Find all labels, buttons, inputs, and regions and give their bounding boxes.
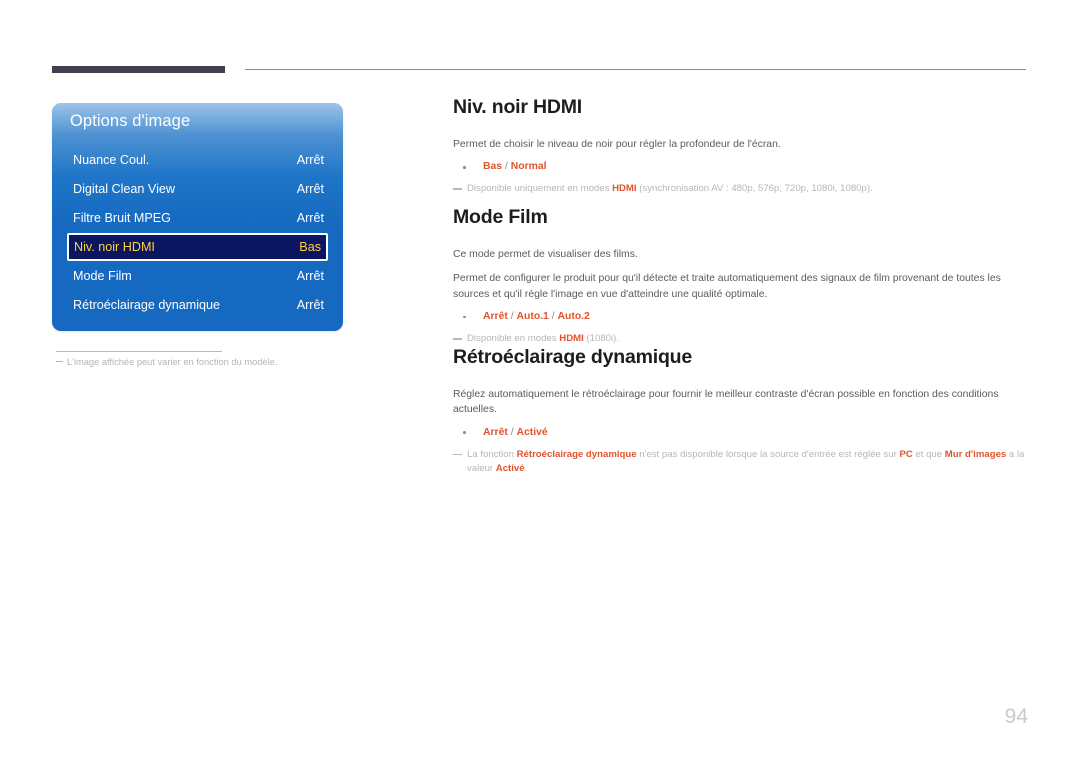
note-dash-icon <box>453 338 462 340</box>
option-list: Arrêt / Activé <box>453 425 1028 441</box>
section-retroeclairage-dynamique: Rétroéclairage dynamique Réglez automati… <box>453 346 1028 477</box>
osd-menu-title: Options d'image <box>70 112 191 130</box>
section-note: Disponible uniquement en modes HDMI (syn… <box>453 182 1028 197</box>
note-highlight: HDMI <box>559 333 584 345</box>
note-part: et que <box>912 448 945 460</box>
section-niv-noir-hdmi: Niv. noir HDMI Permet de choisir le nive… <box>453 96 1028 197</box>
note-highlight: PC <box>899 448 913 460</box>
bullet-icon <box>463 315 466 319</box>
osd-menu-panel: Options d'image Nuance Coul. Arrêt Digit… <box>52 103 343 331</box>
section-note: La fonction Rétroéclairage dynamique n'e… <box>453 448 1028 477</box>
osd-row-retroeclairage-dynamique[interactable]: Rétroéclairage dynamique Arrêt <box>52 291 343 320</box>
section-title: Niv. noir HDMI <box>453 96 583 118</box>
option-value: Bas <box>483 161 503 173</box>
osd-row-filtre-bruit-mpeg[interactable]: Filtre Bruit MPEG Arrêt <box>52 204 343 233</box>
osd-row-value: Arrêt <box>296 182 324 197</box>
figure-footnote-rule <box>56 351 222 352</box>
note-lead: Disponible en modes <box>467 333 560 345</box>
osd-row-label: Filtre Bruit MPEG <box>73 211 171 226</box>
section-paragraph: Réglez automatiquement le rétroéclairage… <box>453 389 999 416</box>
option-separator: / <box>548 311 558 323</box>
section-note: Disponible en modes HDMI (1080i). <box>453 332 1028 347</box>
option-value: Normal <box>510 161 547 173</box>
header-rule <box>245 69 1026 70</box>
note-highlight: Rétroéclairage dynamique <box>516 448 637 460</box>
note-part: . <box>524 463 528 475</box>
option-value: Auto.1 <box>516 311 549 323</box>
option-value: Auto.2 <box>557 311 590 323</box>
osd-row-value: Bas <box>299 240 321 255</box>
osd-row-label: Rétroéclairage dynamique <box>73 298 221 313</box>
option-item: Arrêt / Auto.1 / Auto.2 <box>453 309 1028 325</box>
note-tail: (1080i). <box>583 333 619 345</box>
option-list: Arrêt / Auto.1 / Auto.2 <box>453 309 1028 325</box>
note-highlight: HDMI <box>612 183 637 195</box>
osd-row-niv-noir-hdmi[interactable]: Niv. noir HDMI Bas <box>67 233 328 262</box>
osd-row-label: Mode Film <box>73 268 132 283</box>
page-number: 94 <box>1004 705 1028 728</box>
bullet-icon <box>463 165 466 169</box>
note-highlight: Activé <box>495 463 525 475</box>
osd-row-label: Nuance Coul. <box>73 152 150 167</box>
section-paragraph-1: Ce mode permet de visualiser des films. <box>453 249 638 260</box>
osd-row-nuance-coul[interactable]: Nuance Coul. Arrêt <box>52 145 343 174</box>
option-value: Arrêt <box>483 426 508 438</box>
option-item: Arrêt / Activé <box>453 425 1028 441</box>
option-item: Bas / Normal <box>453 159 1028 175</box>
note-tail: (synchronisation AV : 480p, 576p, 720p, … <box>636 183 873 195</box>
option-separator: / <box>507 426 517 438</box>
figure-footnote-text: L'image affichée peut varier en fonction… <box>67 357 278 367</box>
osd-row-value: Arrêt <box>296 152 324 167</box>
header-accent-bar <box>52 66 225 73</box>
option-separator: / <box>507 311 517 323</box>
note-lead: Disponible uniquement en modes <box>467 183 613 195</box>
section-title: Mode Film <box>453 206 548 228</box>
figure-footnote: L'image affichée peut varier en fonction… <box>56 357 386 367</box>
note-part: La fonction <box>467 448 517 460</box>
note-dash-icon <box>453 188 462 190</box>
option-value: Arrêt <box>483 311 508 323</box>
option-value: Activé <box>516 426 548 438</box>
osd-row-label: Digital Clean View <box>73 182 175 197</box>
osd-row-value: Arrêt <box>296 211 324 226</box>
section-mode-film: Mode Film Ce mode permet de visualiser d… <box>453 206 1028 347</box>
option-list: Bas / Normal <box>453 159 1028 175</box>
section-paragraph-2: Permet de configurer le produit pour qu'… <box>453 273 1001 300</box>
osd-menu-rows: Nuance Coul. Arrêt Digital Clean View Ar… <box>52 145 343 320</box>
option-separator: / <box>502 161 511 173</box>
note-part: n'est pas disponible lorsque la source d… <box>636 448 900 460</box>
note-dash-icon <box>453 453 462 456</box>
osd-row-label: Niv. noir HDMI <box>74 240 155 255</box>
dash-icon <box>56 361 63 363</box>
osd-row-mode-film[interactable]: Mode Film Arrêt <box>52 261 343 290</box>
note-highlight: Mur d'images <box>944 448 1007 460</box>
osd-row-digital-clean-view[interactable]: Digital Clean View Arrêt <box>52 174 343 203</box>
section-paragraph: Permet de choisir le niveau de noir pour… <box>453 139 781 150</box>
bullet-icon <box>463 431 466 434</box>
osd-row-value: Arrêt <box>296 268 324 283</box>
osd-row-value: Arrêt <box>296 298 324 313</box>
section-title: Rétroéclairage dynamique <box>453 346 693 368</box>
